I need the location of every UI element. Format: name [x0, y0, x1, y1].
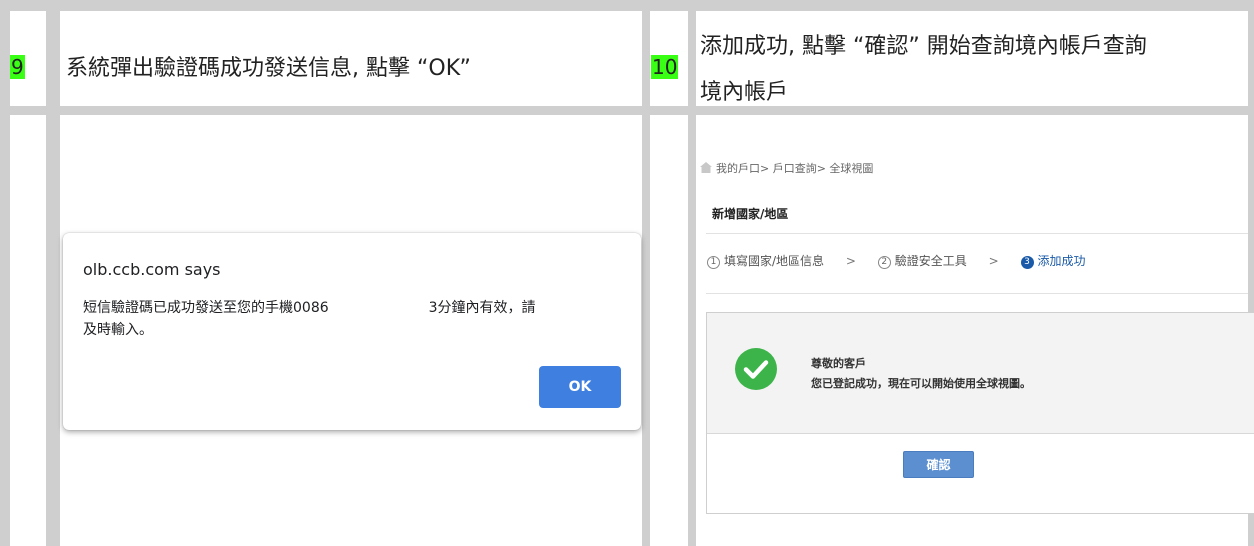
step-number: 9: [10, 55, 25, 79]
chevron-right-icon: >: [845, 254, 856, 268]
step-number-cell: 10: [651, 54, 679, 80]
table-border-col1: [46, 0, 60, 546]
breadcrumb: 我的戶口> 戶口查詢> 全球視圖: [700, 160, 873, 176]
step-3-number: 3: [1020, 256, 1034, 269]
alert-dialog: olb.ccb.com says 短信驗證碼已成功發送至您的手機0086 3分鐘內…: [63, 233, 641, 430]
step-2-label: 驗證安全工具: [894, 254, 967, 268]
step-heading-line2: 境內帳戶: [700, 80, 789, 105]
step-1: 1 填寫國家/地區信息: [707, 254, 825, 269]
chevron-right-icon: >: [988, 254, 999, 268]
step-3-label: 添加成功: [1037, 254, 1086, 268]
success-banner: 尊敬的客戶 您已登記成功，現在可以開始使用全球視圖。: [707, 313, 1254, 434]
home-icon: [700, 162, 712, 173]
step-2: 2 驗證安全工具: [877, 254, 967, 269]
confirm-button[interactable]: 確認: [903, 451, 974, 478]
step-number-cell: 9: [10, 54, 25, 80]
step-1-label: 填寫國家/地區信息: [724, 254, 825, 268]
step-heading: 添加成功, 點擊 “確認” 開始查詢境內帳戶查詢 境內帳戶: [700, 24, 1147, 116]
step-3: 3 添加成功: [1020, 254, 1086, 269]
table-border-left: [0, 0, 10, 546]
divider: [706, 293, 1248, 294]
page-title: 新增國家/地區: [712, 207, 789, 221]
step-2-number: 2: [877, 256, 891, 269]
dialog-message-part2: 3分鐘內有效，請: [428, 300, 536, 316]
breadcrumb-text[interactable]: 我的戶口> 戶口查詢> 全球視圖: [716, 162, 873, 175]
success-panel: 尊敬的客戶 您已登記成功，現在可以開始使用全球視圖。 確認: [706, 312, 1254, 514]
success-greeting: 尊敬的客戶: [811, 357, 866, 370]
table-border-col3: [688, 0, 696, 546]
dialog-message-part1: 短信驗證碼已成功發送至您的手機0086: [83, 300, 329, 316]
step-heading: 系統彈出驗證碼成功發送信息, 點擊 “OK”: [66, 56, 471, 81]
dialog-message-part3: 及時輸入。: [83, 322, 153, 338]
divider: [706, 233, 1248, 234]
progress-steps: 1 填寫國家/地區信息 > 2 驗證安全工具 > 3 添加成功: [707, 252, 1086, 269]
ok-button[interactable]: OK: [539, 366, 621, 408]
table-border-col2: [642, 0, 650, 546]
dialog-title: olb.ccb.com says: [83, 260, 221, 279]
table-border-top: [0, 0, 1254, 11]
check-circle-icon: [735, 348, 777, 390]
dialog-message: 短信驗證碼已成功發送至您的手機0086 3分鐘內有效，請 及時輸入。: [83, 297, 613, 341]
document-table: 9 系統彈出驗證碼成功發送信息, 點擊 “OK” 10 添加成功, 點擊 “確認…: [0, 0, 1254, 546]
success-message: 您已登記成功，現在可以開始使用全球視圖。: [811, 377, 1031, 390]
step-number: 10: [651, 55, 679, 79]
step-1-number: 1: [707, 256, 720, 269]
step-heading-line1: 添加成功, 點擊 “確認” 開始查詢境內帳戶查詢: [700, 34, 1147, 59]
